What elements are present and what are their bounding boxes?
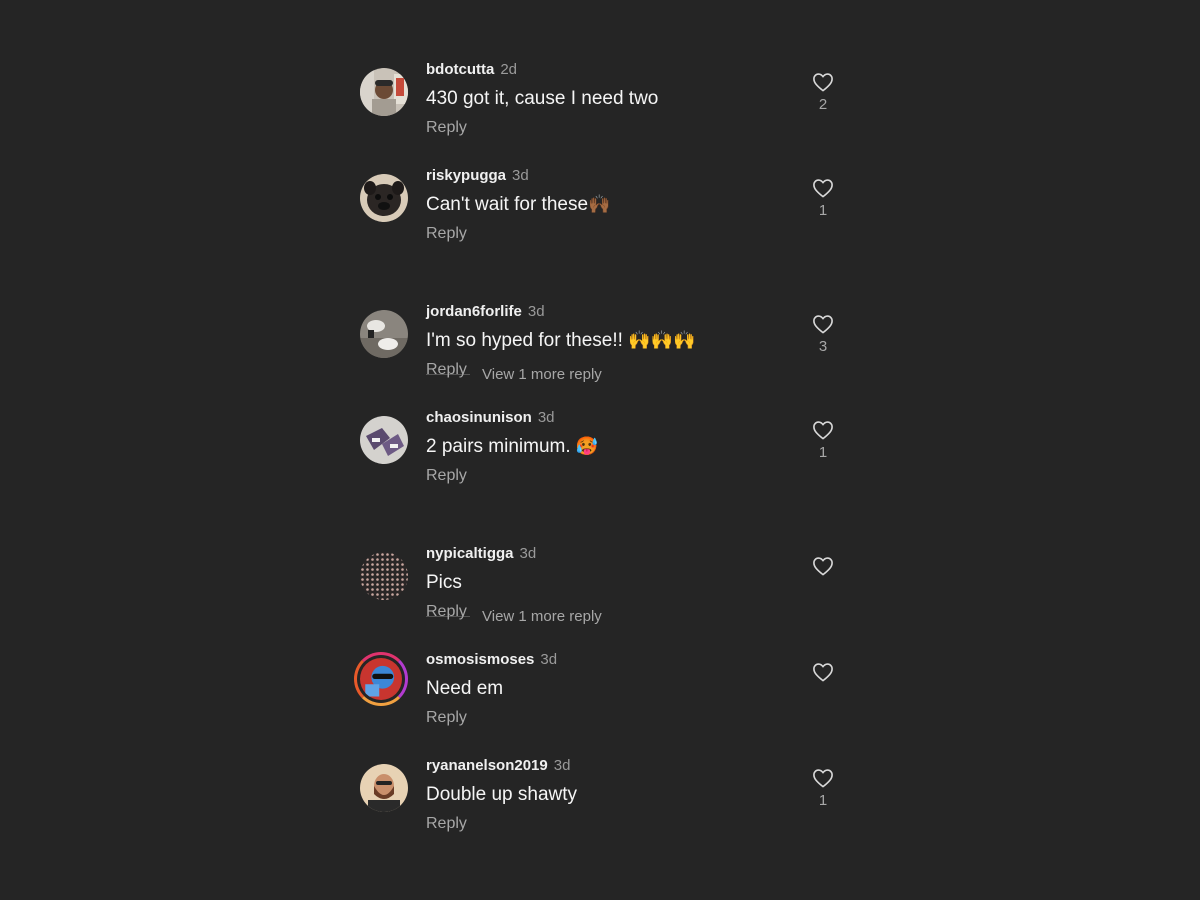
comment-timestamp: 2d [500,61,518,78]
like-button[interactable]: 3 [808,314,838,356]
comment-text-container: 2 pairs minimum. 🥵 [426,435,598,459]
like-count: 1 [818,792,828,809]
comment-item: jordan6forlife 3d I'm so hyped for these!… [356,300,846,406]
reply-button[interactable]: Reply [426,602,467,622]
like-button[interactable]: 1 [808,768,838,810]
comment-username[interactable]: riskypugga [426,167,506,184]
comment-emoji: 🙌🙌🙌 [628,330,696,351]
avatar-bdotcutta[interactable] [360,68,408,116]
comment-item: riskypugga 3d Can't wait for these🙌🏾 Repl… [356,164,846,383]
comment-username[interactable]: osmosismoses [426,651,534,668]
heart-outline-icon [813,557,833,576]
avatar-nypicaltigga[interactable] [360,552,408,600]
like-count: 1 [818,444,828,461]
reply-button[interactable]: Reply [426,708,467,728]
like-count: 2 [818,96,828,113]
comment-timestamp: 3d [512,167,529,184]
like-button[interactable]: 2 [808,72,838,114]
reply-button[interactable]: Reply [426,466,467,486]
comment-text: Need em [426,678,504,699]
comment-item: ryananelson2019 3d Double up shawty Reply… [356,754,846,860]
comment-text: I'm so hyped for these!! [426,330,629,351]
avatar-riskypugga[interactable] [360,174,408,222]
comment-username[interactable]: chaosinunison [426,409,532,426]
heart-outline-icon [813,769,833,788]
like-button[interactable]: 1 [808,420,838,462]
comment-item: osmosismoses 3d Need em Reply [354,648,846,754]
comment-text: 2 pairs minimum. [426,436,576,457]
comment-item: bdotcutta 2d 430 got it, cause I need two… [356,58,846,164]
like-count: 3 [818,338,828,355]
heart-outline-icon [813,663,833,682]
comment-text: Double up shawty [426,784,578,805]
comment-emoji: 🙌🏾 [588,194,611,215]
comment-username[interactable]: jordan6forlife [426,303,522,320]
heart-outline-icon [813,179,833,198]
reply-button[interactable]: Reply [426,118,467,138]
like-count: 1 [818,202,828,219]
heart-outline-icon [813,315,833,334]
comment-text: 430 got it, cause I need two [426,88,659,109]
comment-timestamp: 3d [537,409,555,426]
comment-emoji: 🥵 [575,436,599,457]
reply-button[interactable]: Reply [426,224,467,244]
avatar-chaosinunison[interactable] [360,416,408,464]
comment-item: nypicaltigga 3d Pics Reply [356,542,846,648]
comment-timestamp: 3d [519,545,537,562]
heart-outline-icon [813,421,833,440]
comment-username[interactable]: bdotcutta [426,61,494,78]
comment-list: bdotcutta 2d 430 got it, cause I need two… [354,58,846,860]
avatar-osmosismoses[interactable] [354,652,408,706]
avatar-image [360,658,402,700]
comment-text: Can't wait for these [426,194,589,215]
comment-timestamp: 3d [527,303,545,320]
like-button[interactable] [808,556,838,580]
reply-button[interactable]: Reply [426,814,467,834]
avatar-jordan6forlife[interactable] [360,310,408,358]
comment-timestamp: 3d [553,757,571,774]
comment-item: chaosinunison 3d 2 pairs minimum. 🥵 Reply… [356,406,846,625]
reply-button[interactable]: Reply [426,360,467,380]
comment-text-container: I'm so hyped for these!! 🙌🙌🙌 [426,329,695,353]
comment-timestamp: 3d [540,651,558,668]
comment-text: Pics [426,572,462,593]
comment-text-container: Can't wait for these🙌🏾 [426,193,610,217]
comment-username[interactable]: nypicaltigga [426,545,514,562]
avatar-ryananelson2019[interactable] [360,764,408,812]
comment-username[interactable]: ryananelson2019 [426,757,548,774]
like-button[interactable] [808,662,838,686]
heart-outline-icon [813,73,833,92]
like-button[interactable]: 1 [808,178,838,220]
